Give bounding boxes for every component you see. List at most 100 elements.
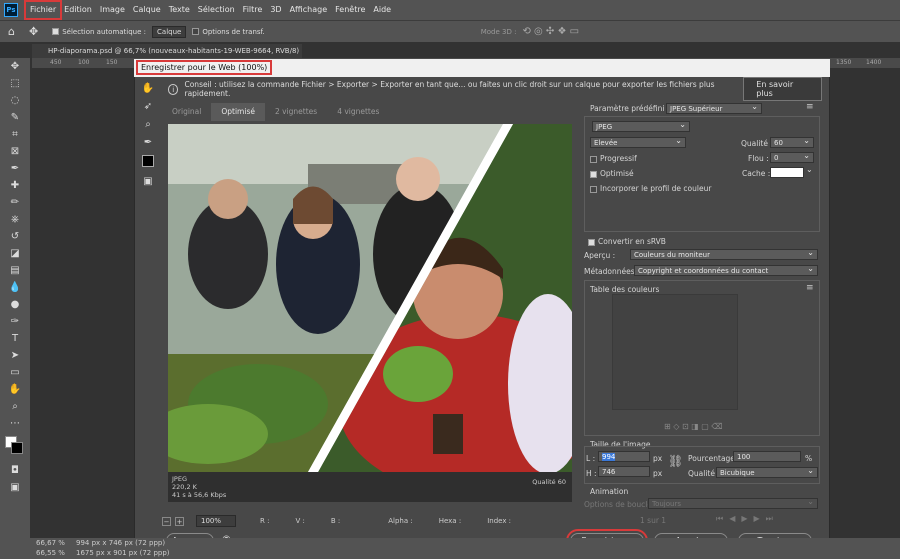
blur-icon[interactable]: 💧	[0, 279, 30, 296]
crop-icon[interactable]: ⌗	[0, 126, 30, 143]
preview-format: JPEG	[172, 475, 187, 483]
menu-filtre[interactable]: Filtre	[239, 2, 267, 18]
color-table-tools-icon[interactable]: ⊞ ◇ ⊡ ◨ ▢ ⌫	[664, 422, 723, 431]
eraser-icon[interactable]: ◪	[0, 245, 30, 262]
zoom-out-icon[interactable]: −	[162, 516, 171, 526]
preview-quality: Qualité 60	[532, 478, 566, 486]
stamp-icon[interactable]: ⎈	[0, 211, 30, 228]
srgb-checkbox[interactable]: Convertir en sRVB	[588, 237, 666, 246]
panel-menu-icon[interactable]: ≡	[806, 102, 814, 112]
menu-selection[interactable]: Sélection	[194, 2, 239, 18]
r-label: R :	[260, 517, 270, 525]
toggle-slices-icon[interactable]: ▣	[140, 173, 156, 191]
eyedropper-tool-icon[interactable]: ✒	[140, 134, 156, 152]
quick-select-icon[interactable]: ✎	[0, 109, 30, 126]
brush-icon[interactable]: ✏	[0, 194, 30, 211]
zoom-icon[interactable]: ⌕	[0, 398, 30, 415]
b-label: B :	[330, 517, 341, 525]
color-swatches[interactable]	[0, 432, 30, 462]
link-chain-icon[interactable]: ⛓	[668, 454, 683, 468]
percent-input[interactable]: 100	[733, 451, 801, 462]
quality-input[interactable]: 60	[770, 136, 814, 148]
zoom-tool-icon[interactable]: ⌕	[140, 116, 156, 134]
move-icon[interactable]: ✥	[0, 58, 30, 75]
dodge-icon[interactable]: ●	[0, 296, 30, 313]
dialog-tools: ✋ ➶ ⌕ ✒ ▣	[140, 80, 158, 200]
menu-edition[interactable]: Edition	[60, 2, 96, 18]
preset-select[interactable]: JPEG Supérieur	[666, 102, 762, 114]
home-icon[interactable]: ⌂	[8, 25, 15, 38]
height-label: H :	[586, 469, 597, 478]
type-icon[interactable]: T	[0, 330, 30, 347]
preview-mode-label: Aperçu :	[584, 251, 616, 260]
tab-4-up[interactable]: 4 vignettes	[327, 103, 389, 121]
preview-mode-select[interactable]: Couleurs du moniteur	[630, 248, 818, 260]
optimized-checkbox[interactable]: Optimisé	[590, 169, 634, 178]
loop-select[interactable]: Toujours	[648, 497, 818, 509]
3d-rotate-icon[interactable]: ⟲ ◎ ✣ ❖ ▭	[522, 26, 579, 37]
resample-select[interactable]: Bicubique	[716, 466, 818, 478]
animation-controls-icon[interactable]: ⏮◀▶▶⏭	[716, 514, 779, 524]
dimensions-1: 994 px x 746 px (72 ppp)	[76, 539, 166, 547]
menu-bar: Ps Fichier Edition Image Calque Texte Sé…	[0, 0, 900, 20]
menu-fenetre[interactable]: Fenêtre	[331, 2, 369, 18]
compression-select[interactable]: Elevée	[590, 136, 686, 148]
matte-swatch[interactable]	[770, 167, 804, 178]
transform-checkbox[interactable]: Options de transf.	[192, 27, 265, 36]
progressive-checkbox[interactable]: Progressif	[590, 154, 637, 163]
hand-tool-icon[interactable]: ✋	[140, 80, 156, 98]
photoshop-logo-icon: Ps	[4, 3, 18, 17]
metadata-select[interactable]: Copyright et coordonnées du contact	[634, 264, 818, 276]
zoom-level-2: 66,55 %	[36, 549, 65, 557]
screen-mode-icon[interactable]: ▣	[0, 479, 30, 496]
shape-icon[interactable]: ▭	[0, 364, 30, 381]
ruler-mark: 100	[78, 59, 90, 66]
embed-profile-checkbox[interactable]: Incorporer le profil de couleur	[590, 184, 711, 193]
quick-mask-icon[interactable]: ◘	[0, 462, 30, 479]
width-input[interactable]: 994	[598, 451, 650, 462]
learn-more-button[interactable]: En savoir plus	[743, 77, 822, 101]
gradient-icon[interactable]: ▤	[0, 262, 30, 279]
document-tab[interactable]: HP-diaporama.psd @ 66,7% (nouveaux-habit…	[32, 44, 302, 58]
height-input[interactable]: 746	[598, 466, 650, 477]
hand-icon[interactable]: ✋	[0, 381, 30, 398]
pen-icon[interactable]: ✑	[0, 313, 30, 330]
color-table-grid[interactable]	[612, 294, 738, 410]
menu-fichier[interactable]: Fichier	[23, 0, 63, 20]
format-select[interactable]: JPEG	[592, 120, 690, 132]
frame-icon[interactable]: ⊠	[0, 143, 30, 160]
blur-label: Flou :	[748, 154, 769, 163]
width-value: 994	[602, 453, 616, 461]
more-tools-icon[interactable]: ⋯	[0, 415, 30, 432]
move-tool-icon[interactable]: ✥	[29, 25, 38, 38]
eyedropper-color-swatch[interactable]	[140, 155, 156, 173]
matte-dropdown-icon[interactable]: ⌄	[806, 165, 813, 174]
preview-size: 220,2 K	[172, 483, 197, 491]
transform-label: Options de transf.	[202, 27, 265, 36]
menu-affichage[interactable]: Affichage	[286, 2, 332, 18]
srgb-label: Convertir en sRVB	[598, 237, 666, 246]
zoom-select[interactable]: 100%	[196, 515, 236, 527]
menu-texte[interactable]: Texte	[165, 2, 194, 18]
layer-select[interactable]: Calque	[152, 25, 187, 38]
slice-select-icon[interactable]: ➶	[140, 98, 156, 116]
menu-image[interactable]: Image	[96, 2, 129, 18]
menu-3d[interactable]: 3D	[266, 2, 285, 18]
width-unit: px	[653, 454, 663, 463]
healing-icon[interactable]: ✚	[0, 177, 30, 194]
image-preview[interactable]	[168, 124, 572, 472]
history-brush-icon[interactable]: ↺	[0, 228, 30, 245]
marquee-icon[interactable]: ⬚	[0, 75, 30, 92]
blur-input[interactable]: 0	[770, 151, 814, 163]
tab-2-up[interactable]: 2 vignettes	[265, 103, 327, 121]
menu-aide[interactable]: Aide	[369, 2, 395, 18]
zoom-in-icon[interactable]: +	[175, 516, 184, 526]
path-select-icon[interactable]: ➤	[0, 347, 30, 364]
auto-select-checkbox[interactable]: Sélection automatique :	[52, 28, 146, 36]
tab-optimized[interactable]: Optimisé	[211, 103, 265, 121]
lasso-icon[interactable]: ◌	[0, 92, 30, 109]
tab-original[interactable]: Original	[162, 103, 211, 121]
eyedropper-icon[interactable]: ✒	[0, 160, 30, 177]
menu-calque[interactable]: Calque	[129, 2, 165, 18]
dialog-title-bar: Enregistrer pour le Web (100%)	[134, 59, 830, 77]
